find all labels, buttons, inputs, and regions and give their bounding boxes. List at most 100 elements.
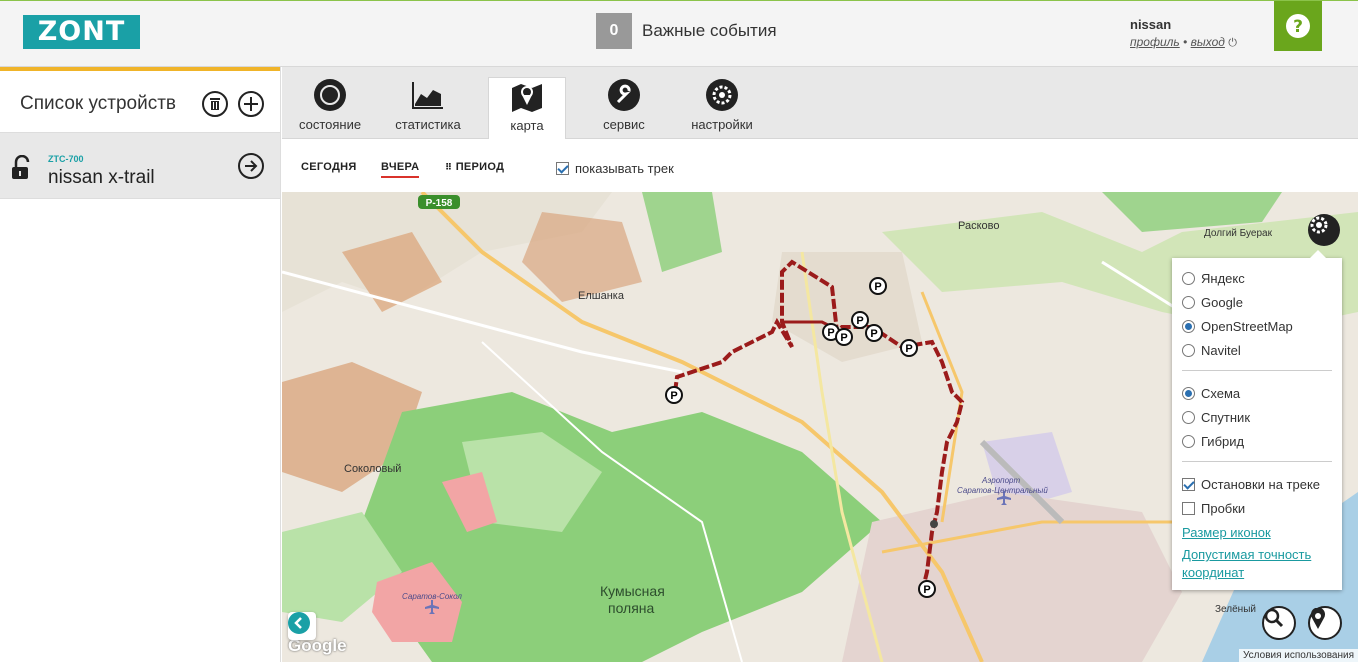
tab-label: настройки bbox=[691, 117, 753, 132]
traffic-option[interactable]: Пробки bbox=[1182, 496, 1332, 520]
option-label: Спутник bbox=[1201, 409, 1251, 425]
events-count-badge: 0 bbox=[596, 13, 632, 49]
header: ZONT 0 Важные события nissan профиль • в… bbox=[0, 0, 1358, 67]
trash-icon bbox=[210, 98, 220, 110]
tab-settings[interactable]: настройки bbox=[680, 77, 764, 139]
radio-yandex[interactable] bbox=[1182, 271, 1195, 285]
period-today[interactable]: СЕГОДНЯ bbox=[301, 161, 357, 173]
svg-text:P: P bbox=[856, 315, 863, 327]
delete-device-button[interactable] bbox=[202, 91, 228, 117]
radio-navitel[interactable] bbox=[1182, 343, 1195, 357]
open-device-button[interactable] bbox=[238, 153, 264, 179]
stops-checkbox[interactable] bbox=[1182, 477, 1195, 491]
svg-text:P: P bbox=[870, 328, 877, 340]
circle-icon bbox=[314, 79, 346, 111]
place-label: Долгий Буерак bbox=[1204, 228, 1272, 239]
option-label: Яндекс bbox=[1201, 270, 1245, 286]
place-label: Кумысная bbox=[600, 583, 665, 599]
chart-icon bbox=[412, 82, 443, 109]
radio-google[interactable] bbox=[1182, 295, 1195, 309]
unlock-icon bbox=[12, 155, 30, 179]
map-type-option[interactable]: Спутник bbox=[1182, 405, 1332, 429]
tab-label: сервис bbox=[603, 117, 645, 132]
place-label: Саратов-Центральный bbox=[957, 486, 1048, 495]
plus-icon bbox=[244, 97, 258, 111]
locate-device-button[interactable] bbox=[1308, 606, 1342, 640]
tab-map[interactable]: карта bbox=[488, 77, 566, 139]
map-type-option[interactable]: Схема bbox=[1182, 381, 1332, 405]
option-label: Схема bbox=[1201, 385, 1241, 401]
option-label: OpenStreetMap bbox=[1201, 318, 1293, 334]
accuracy-link[interactable]: Допустимая точность координат bbox=[1182, 546, 1332, 582]
icon-size-link[interactable]: Размер иконок bbox=[1182, 524, 1332, 542]
radio-scheme[interactable] bbox=[1182, 386, 1195, 400]
divider bbox=[1182, 461, 1332, 462]
tab-state[interactable]: состояние bbox=[288, 77, 372, 139]
option-label: Гибрид bbox=[1201, 433, 1245, 449]
tab-service[interactable]: сервис bbox=[586, 77, 662, 139]
device-list-header: Список устройств bbox=[0, 71, 280, 133]
place-label: Расково bbox=[958, 220, 1000, 232]
tab-label: карта bbox=[510, 118, 544, 133]
map-view[interactable]: P-158 P P P P P P P P Елшанка Соколовый … bbox=[282, 192, 1358, 662]
radio-osm[interactable] bbox=[1182, 319, 1195, 333]
option-label: Google bbox=[1201, 294, 1243, 310]
user-block: nissan профиль • выход ⏻ bbox=[1130, 17, 1237, 50]
period-yesterday[interactable]: ВЧЕРА bbox=[381, 161, 420, 178]
map-layers-popup: Яндекс Google OpenStreetMap Navitel Схем… bbox=[1172, 250, 1342, 590]
calendar-icon: ⠿ bbox=[445, 162, 453, 172]
radio-satellite[interactable] bbox=[1182, 410, 1195, 424]
map-icon bbox=[512, 84, 542, 112]
user-links: профиль • выход ⏻ bbox=[1130, 35, 1237, 50]
location-pin-icon bbox=[1311, 608, 1325, 629]
tab-label: состояние bbox=[298, 117, 362, 132]
option-label: Navitel bbox=[1201, 342, 1241, 358]
gear-icon bbox=[706, 79, 738, 111]
period-custom-label: ПЕРИОД bbox=[455, 161, 505, 173]
place-label: Зелёный bbox=[1215, 604, 1256, 615]
tab-label: статистика bbox=[395, 117, 461, 132]
device-list-title: Список устройств bbox=[20, 93, 177, 114]
place-label: поляна bbox=[608, 600, 655, 616]
place-label: Саратов-Сокол bbox=[402, 592, 462, 601]
device-item[interactable]: ZTC-700 nissan x-trail bbox=[0, 133, 280, 199]
device-code: ZTC-700 bbox=[48, 154, 84, 164]
help-button[interactable]: ? bbox=[1274, 1, 1322, 51]
events-label: Важные события bbox=[642, 21, 777, 40]
map-zoom-button[interactable] bbox=[1262, 606, 1296, 640]
zont-logo[interactable]: ZONT bbox=[23, 15, 140, 49]
terms-link[interactable]: Условия использования bbox=[1239, 649, 1358, 662]
important-events[interactable]: 0 Важные события bbox=[596, 13, 777, 49]
map-settings-button[interactable] bbox=[1308, 214, 1340, 246]
stops-option[interactable]: Остановки на треке bbox=[1182, 472, 1332, 496]
provider-option[interactable]: Google bbox=[1182, 290, 1332, 314]
svg-text:P: P bbox=[923, 584, 930, 596]
magnifier-icon bbox=[1264, 608, 1284, 628]
traffic-checkbox[interactable] bbox=[1182, 501, 1195, 515]
wrench-icon bbox=[608, 79, 640, 111]
link-separator: • bbox=[1183, 35, 1188, 49]
show-track-label: показывать трек bbox=[575, 161, 674, 176]
svg-text:?: ? bbox=[1293, 17, 1303, 37]
provider-option[interactable]: OpenStreetMap bbox=[1182, 314, 1332, 338]
map-type-option[interactable]: Гибрид bbox=[1182, 429, 1332, 453]
main-tabs: состояние статистика карта сервис настро… bbox=[282, 67, 1358, 139]
device-name: nissan x-trail bbox=[48, 167, 155, 188]
radio-hybrid[interactable] bbox=[1182, 434, 1195, 448]
show-track-checkbox[interactable] bbox=[556, 162, 569, 175]
add-device-button[interactable] bbox=[238, 91, 264, 117]
show-track-toggle[interactable]: показывать трек bbox=[556, 161, 674, 176]
period-custom[interactable]: ⠿ ПЕРИОД bbox=[445, 161, 504, 173]
provider-option[interactable]: Navitel bbox=[1182, 338, 1332, 362]
arrow-right-icon bbox=[245, 160, 258, 172]
gear-icon bbox=[1310, 216, 1328, 234]
svg-text:P: P bbox=[670, 390, 677, 402]
provider-option[interactable]: Яндекс bbox=[1182, 266, 1332, 290]
power-icon: ⏻ bbox=[1228, 37, 1237, 49]
place-label: Елшанка bbox=[578, 290, 624, 302]
logout-link[interactable]: выход bbox=[1191, 35, 1225, 49]
collapse-panel-button[interactable] bbox=[288, 612, 316, 640]
place-label: Аэропорт bbox=[982, 476, 1021, 485]
tab-statistics[interactable]: статистика bbox=[388, 77, 468, 139]
profile-link[interactable]: профиль bbox=[1130, 35, 1180, 49]
